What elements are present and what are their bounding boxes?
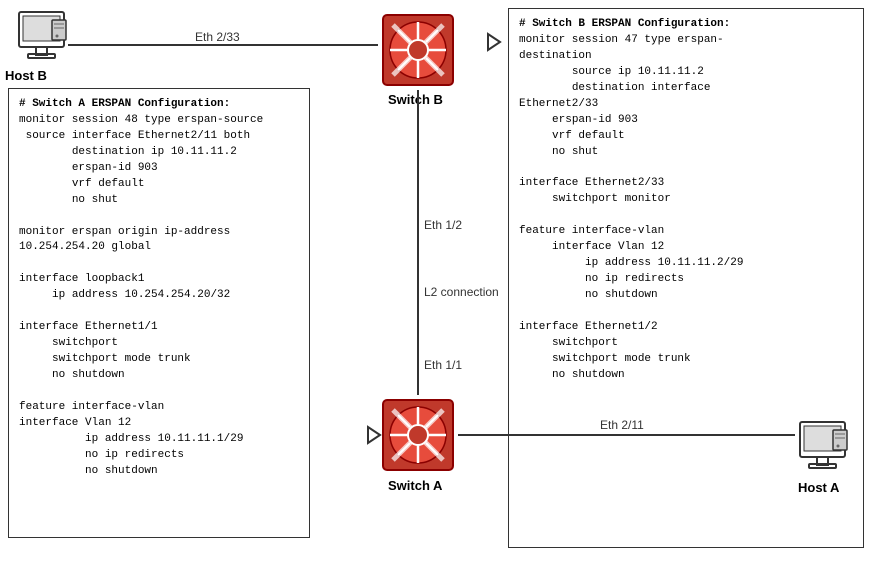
host-a-label: Host A: [798, 480, 839, 495]
host-b-label: Host B: [5, 68, 47, 83]
eth-2-11-label: Eth 2/11: [600, 418, 644, 432]
l2-connection-label: L2 connection: [424, 285, 499, 299]
eth-1-2-label: Eth 1/2: [424, 218, 462, 232]
config-box-left: # Switch A ERSPAN Configuration: monitor…: [8, 88, 310, 538]
switch-b-icon: [378, 10, 458, 93]
diagram-container: # Switch A ERSPAN Configuration: monitor…: [0, 0, 872, 561]
host-a-icon: [795, 420, 850, 483]
switch-a-label: Switch A: [388, 478, 442, 493]
config-left-text: # Switch A ERSPAN Configuration: monitor…: [19, 97, 299, 480]
switch-a-icon: [378, 395, 458, 478]
eth-2-33-label: Eth 2/33: [195, 30, 240, 44]
config-right-text: # Switch B ERSPAN Configuration: monitor…: [519, 17, 853, 384]
switch-b-label: Switch B: [388, 92, 443, 107]
host-b-icon: [14, 10, 69, 73]
eth-1-1-label: Eth 1/1: [424, 358, 462, 372]
